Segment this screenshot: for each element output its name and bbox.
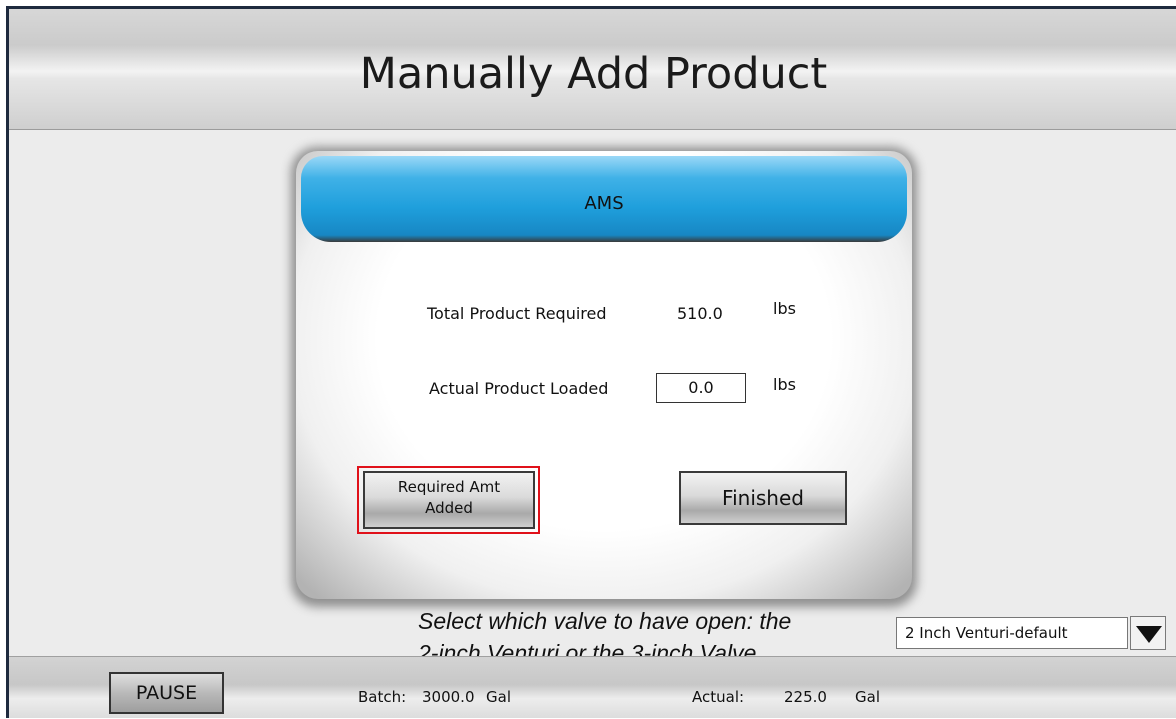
actual-unit: Gal	[855, 688, 880, 706]
finished-button[interactable]: Finished	[679, 471, 847, 525]
batch-value: 3000.0	[422, 688, 475, 706]
actual-product-input[interactable]: 0.0	[656, 373, 746, 403]
batch-label: Batch:	[358, 688, 407, 706]
actual-value: 225.0	[784, 688, 827, 706]
valve-dropdown-button[interactable]	[1130, 616, 1166, 650]
actual-product-unit: lbs	[773, 375, 796, 394]
total-product-unit: lbs	[773, 299, 796, 318]
app-window: Manually Add Product AMS Total Product R…	[6, 6, 1176, 718]
valve-select[interactable]: 2 Inch Venturi-default	[896, 617, 1128, 649]
actual-label: Actual:	[692, 688, 745, 706]
triangle-down-icon	[1136, 626, 1162, 643]
total-product-label: Total Product Required	[427, 304, 607, 323]
page-title: Manually Add Product	[359, 49, 828, 99]
panel-header: AMS	[301, 156, 907, 242]
note-line1: Select which valve to have open: the	[418, 608, 792, 634]
page-header: Manually Add Product	[9, 9, 1176, 130]
footer-bar: PAUSE Batch: 3000.0 Gal Actual: 225.0 Ga…	[9, 656, 1176, 718]
panel-title: AMS	[584, 193, 624, 214]
batch-unit: Gal	[486, 688, 511, 706]
actual-product-label: Actual Product Loaded	[429, 379, 609, 398]
highlight-box	[357, 466, 540, 534]
pause-button[interactable]: PAUSE	[109, 672, 224, 714]
total-product-value: 510.0	[677, 304, 723, 323]
